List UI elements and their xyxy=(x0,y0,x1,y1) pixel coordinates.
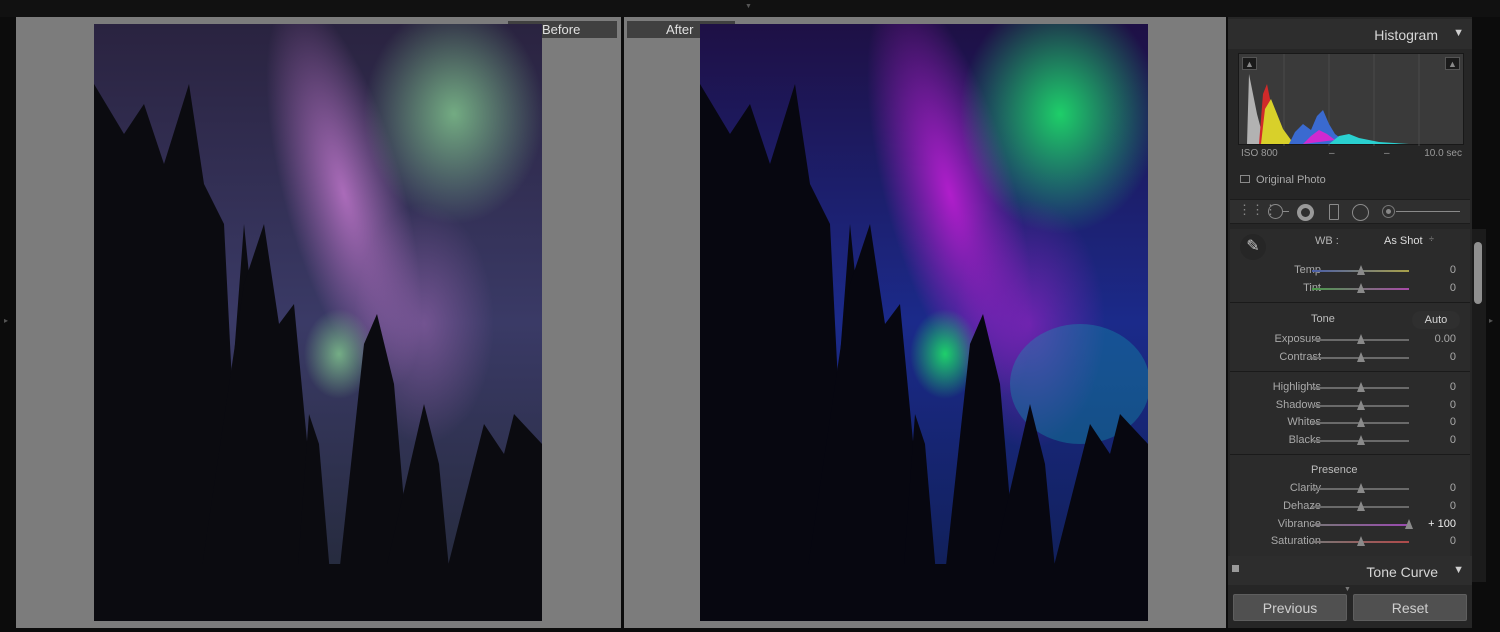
clarity-value[interactable]: 0 xyxy=(1450,482,1456,494)
bottom-action-bar: ▼ Previous Reset xyxy=(1228,585,1472,628)
clarity-slider-thumb[interactable] xyxy=(1356,483,1365,493)
tone-curve-title: Tone Curve xyxy=(1366,564,1438,580)
original-photo-toggle[interactable]: Original Photo xyxy=(1240,174,1326,186)
clarity-slider-row[interactable]: Clarity 0 xyxy=(1230,481,1470,497)
reset-button[interactable]: Reset xyxy=(1353,594,1467,621)
after-photo[interactable] xyxy=(700,24,1148,621)
section-divider xyxy=(1230,454,1470,455)
blacks-slider-row[interactable]: Blacks 0 xyxy=(1230,433,1470,449)
tone-curve-header[interactable]: Tone Curve ▼ xyxy=(1228,556,1472,585)
wb-label: WB : xyxy=(1315,235,1339,247)
contrast-slider-thumb[interactable] xyxy=(1356,352,1365,362)
histogram-title: Histogram xyxy=(1374,27,1438,43)
tool-strip: ⋮⋮⋮ xyxy=(1230,199,1470,224)
section-divider xyxy=(1230,302,1470,303)
panel-switch-icon[interactable] xyxy=(1232,565,1239,572)
collapse-triangle-icon[interactable]: ▼ xyxy=(1453,27,1464,39)
temp-slider-row[interactable]: Temp 0 xyxy=(1230,263,1470,279)
eyedropper-icon[interactable]: ✎ xyxy=(1240,234,1266,260)
spot-removal-icon[interactable] xyxy=(1268,204,1290,220)
blacks-value[interactable]: 0 xyxy=(1450,434,1456,446)
dehaze-slider-thumb[interactable] xyxy=(1356,501,1365,511)
panel-scrollbar-thumb[interactable] xyxy=(1474,242,1482,304)
right-panel-toggle-icon[interactable]: ▸ xyxy=(1489,316,1493,325)
previous-button[interactable]: Previous xyxy=(1233,594,1347,621)
panel-end-marker-icon: ▼ xyxy=(1344,586,1351,593)
whites-slider-thumb[interactable] xyxy=(1356,417,1365,427)
exposure-slider-thumb[interactable] xyxy=(1356,334,1365,344)
vibrance-value[interactable]: + 100 xyxy=(1428,518,1456,530)
saturation-slider-row[interactable]: Saturation 0 xyxy=(1230,534,1470,550)
shadows-value[interactable]: 0 xyxy=(1450,399,1456,411)
histogram-header[interactable]: Histogram ▼ xyxy=(1228,19,1472,49)
after-view-pane: After xyxy=(624,17,1226,628)
shadows-slider-row[interactable]: Shadows 0 xyxy=(1230,398,1470,414)
exposure-slider-row[interactable]: Exposure 0.00 xyxy=(1230,332,1470,348)
highlight-clipping-toggle[interactable]: ▲ xyxy=(1445,57,1460,70)
top-panel-toggle-icon[interactable]: ▼ xyxy=(745,3,752,10)
section-divider xyxy=(1230,371,1470,372)
before-photo[interactable] xyxy=(94,24,542,621)
whites-value[interactable]: 0 xyxy=(1450,416,1456,428)
radial-filter-icon[interactable] xyxy=(1352,204,1369,221)
aperture-value: – xyxy=(1384,148,1390,159)
temp-value[interactable]: 0 xyxy=(1450,264,1456,276)
checkbox-icon[interactable] xyxy=(1240,175,1250,183)
contrast-value[interactable]: 0 xyxy=(1450,351,1456,363)
dehaze-value[interactable]: 0 xyxy=(1450,500,1456,512)
before-photo-image xyxy=(94,24,542,621)
shutter-speed-value: 10.0 sec xyxy=(1424,148,1462,159)
tint-slider-row[interactable]: Tint 0 xyxy=(1230,281,1470,297)
shadow-clipping-toggle[interactable]: ▲ xyxy=(1242,57,1257,70)
presence-title: Presence xyxy=(1311,464,1358,476)
auto-tone-button[interactable]: Auto xyxy=(1412,311,1460,329)
shadows-slider-thumb[interactable] xyxy=(1356,400,1365,410)
left-panel-toggle-icon[interactable]: ▸ xyxy=(4,316,8,325)
red-eye-icon[interactable] xyxy=(1297,204,1314,221)
before-view-pane: Before xyxy=(16,17,621,628)
triangle-icon: ▲ xyxy=(1448,59,1457,69)
saturation-value[interactable]: 0 xyxy=(1450,535,1456,547)
vibrance-slider-track[interactable] xyxy=(1312,524,1409,526)
after-photo-image xyxy=(700,24,1148,621)
dehaze-slider-row[interactable]: Dehaze 0 xyxy=(1230,499,1470,515)
tone-title: Tone xyxy=(1311,313,1335,325)
whites-slider-row[interactable]: Whites 0 xyxy=(1230,415,1470,431)
vibrance-slider-row[interactable]: Vibrance + 100 xyxy=(1230,517,1470,533)
triangle-icon: ▲ xyxy=(1245,59,1254,69)
crop-overlay-icon[interactable]: ⋮⋮⋮ xyxy=(1238,202,1277,218)
vibrance-slider-thumb[interactable] xyxy=(1405,519,1413,529)
adjustment-brush-icon[interactable] xyxy=(1382,205,1462,219)
temp-slider-thumb[interactable] xyxy=(1356,265,1365,275)
histogram-graph[interactable]: ▲ ▲ xyxy=(1238,53,1464,146)
exposure-value[interactable]: 0.00 xyxy=(1435,333,1456,345)
develop-right-panel: Histogram ▼ ▲ ▲ ISO 800 – – 10.0 sec Ori… xyxy=(1228,17,1472,628)
graduated-filter-icon[interactable] xyxy=(1329,204,1339,220)
tint-slider-thumb[interactable] xyxy=(1356,283,1365,293)
top-panel-strip: ▼ xyxy=(0,0,1500,17)
original-photo-label: Original Photo xyxy=(1256,174,1326,186)
saturation-slider-thumb[interactable] xyxy=(1356,536,1365,546)
highlights-value[interactable]: 0 xyxy=(1450,381,1456,393)
blacks-slider-thumb[interactable] xyxy=(1356,435,1365,445)
histogram-plot xyxy=(1247,54,1439,146)
basic-panel: ✎ WB : As Shot ÷ Temp 0 Tint 0 Tone Auto… xyxy=(1230,229,1470,557)
highlights-slider-row[interactable]: Highlights 0 xyxy=(1230,380,1470,396)
highlights-slider-thumb[interactable] xyxy=(1356,382,1365,392)
contrast-slider-row[interactable]: Contrast 0 xyxy=(1230,350,1470,366)
wb-select[interactable]: As Shot xyxy=(1384,235,1423,247)
wb-stepper-icon[interactable]: ÷ xyxy=(1429,234,1434,244)
focal-length-value: – xyxy=(1329,148,1335,159)
tint-value[interactable]: 0 xyxy=(1450,282,1456,294)
iso-value: ISO 800 xyxy=(1241,148,1278,159)
collapse-triangle-icon[interactable]: ▼ xyxy=(1453,564,1464,576)
